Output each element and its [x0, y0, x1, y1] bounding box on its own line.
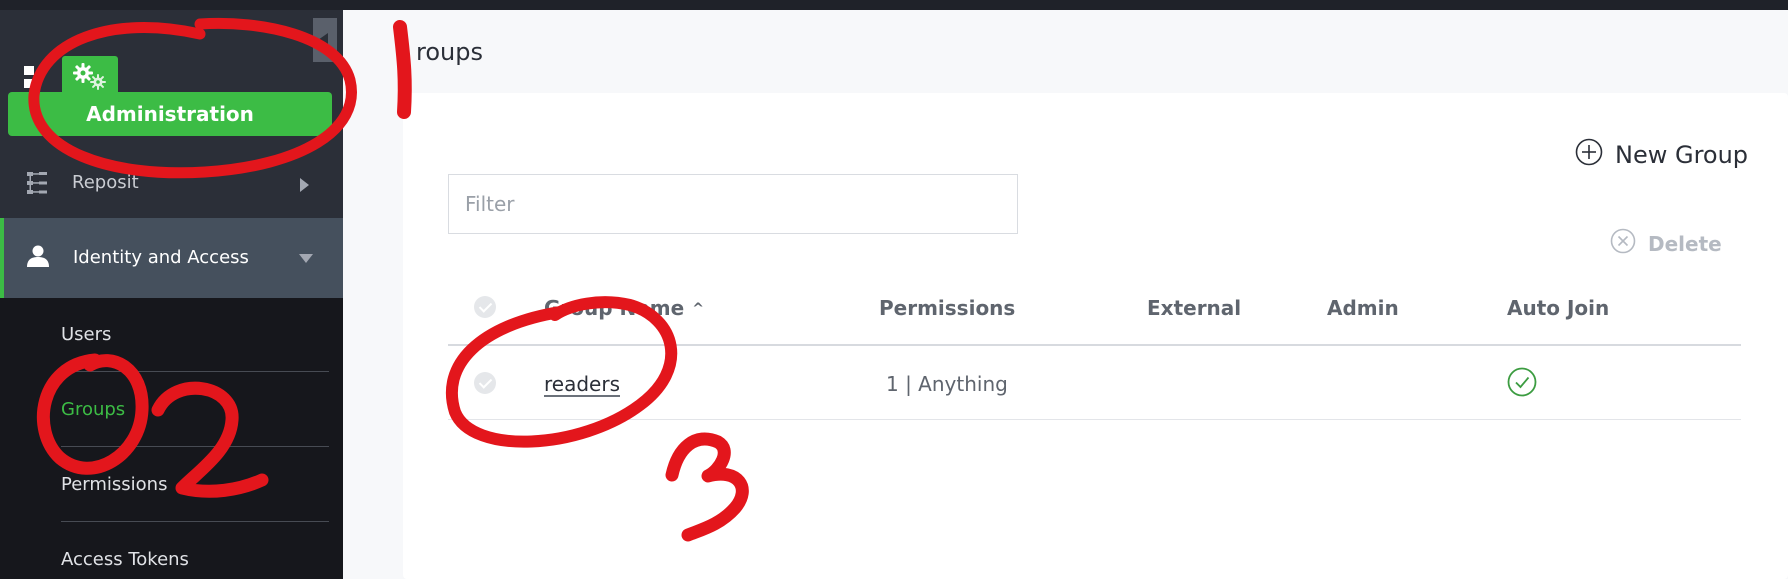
tree-icon [26, 170, 48, 200]
sidebar-item-users[interactable]: Users [61, 298, 329, 372]
table-row-divider [448, 419, 1741, 420]
admin-gears-icon [62, 56, 118, 96]
sort-ascending-icon: ^ [692, 301, 704, 317]
column-header-label: Group Name [544, 296, 685, 320]
page-title: roups [416, 38, 483, 66]
sidebar: Administration Reposit Identity and Acce… [0, 10, 343, 579]
chevron-down-icon [299, 254, 313, 263]
select-all-checkbox[interactable] [474, 296, 496, 318]
column-header-external: External [1147, 296, 1242, 320]
sidebar-item-groups[interactable]: Groups [61, 373, 329, 447]
close-circle-icon [1610, 228, 1636, 259]
group-permissions-cell: 1 | Anything [886, 372, 1008, 396]
plus-circle-icon [1575, 138, 1603, 172]
collapse-sidebar-button[interactable] [313, 18, 337, 62]
chevron-right-icon [300, 178, 309, 192]
check-circle-icon [1507, 367, 1537, 401]
column-header-permissions: Permissions [879, 296, 1016, 320]
new-group-label: New Group [1615, 141, 1749, 169]
administration-button[interactable]: Administration [8, 92, 332, 136]
sidebar-item-repositories[interactable]: Reposit [0, 150, 343, 218]
row-select-checkbox[interactable] [474, 372, 496, 394]
filter-input[interactable] [448, 174, 1018, 234]
table-header-divider [448, 344, 1741, 346]
sidebar-item-label: Reposit [72, 172, 139, 193]
new-group-button[interactable]: New Group [1575, 138, 1748, 172]
column-header-auto-join: Auto Join [1507, 296, 1610, 320]
sidebar-item-access-tokens[interactable]: Access Tokens [61, 523, 329, 579]
sidebar-item-label: Identity and Access [73, 247, 249, 268]
person-icon [26, 244, 50, 272]
sidebar-item-identity-and-access[interactable]: Identity and Access [0, 218, 343, 298]
app-grid-icon[interactable] [24, 66, 34, 88]
top-bar [0, 0, 1788, 10]
sidebar-item-permissions[interactable]: Permissions [61, 448, 329, 522]
delete-label: Delete [1648, 231, 1722, 256]
column-header-group-name[interactable]: Group Name ^ [544, 296, 704, 320]
group-name-link[interactable]: readers [544, 372, 620, 396]
column-header-admin: Admin [1327, 296, 1399, 320]
delete-button[interactable]: Delete [1610, 228, 1722, 259]
